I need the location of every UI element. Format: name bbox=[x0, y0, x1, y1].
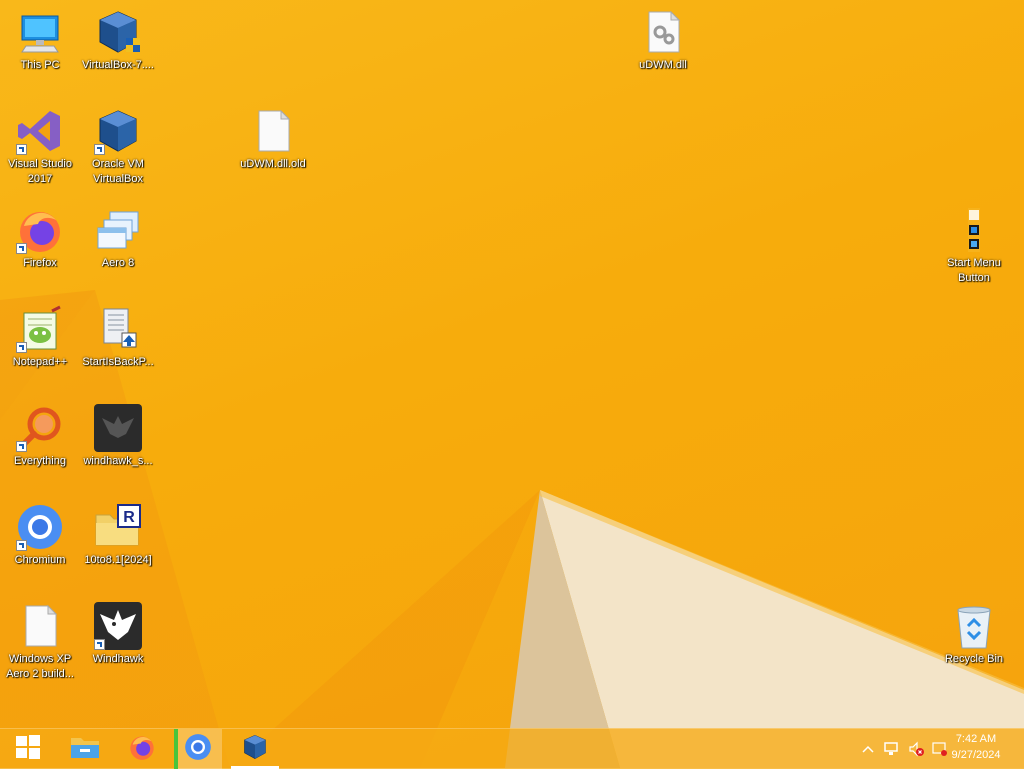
shortcut-arrow-icon bbox=[16, 441, 27, 452]
taskbar-virtualbox[interactable] bbox=[231, 729, 279, 769]
active-indicator bbox=[174, 729, 178, 769]
windhawk-setup-item[interactable]: windhawk_s... bbox=[78, 400, 158, 469]
folder-icon bbox=[70, 734, 100, 765]
start-button[interactable] bbox=[4, 729, 52, 769]
icon-label: Everything bbox=[14, 455, 66, 467]
chevron-up-icon[interactable] bbox=[859, 740, 877, 758]
start-menu-button-item[interactable]: Start Menu Button bbox=[934, 202, 1014, 286]
virtualbox-icon bbox=[94, 107, 142, 155]
tray-clock[interactable]: 7:42 AM 9/27/2024 bbox=[944, 731, 1008, 767]
winxp-aero-item[interactable]: Windows XP Aero 2 build... bbox=[0, 598, 80, 682]
volume-muted-icon[interactable] bbox=[907, 740, 925, 758]
virtualbox-icon bbox=[241, 733, 269, 766]
shortcut-arrow-icon bbox=[16, 342, 27, 353]
recycle-bin-item[interactable]: Recycle Bin bbox=[934, 598, 1014, 667]
icon-label: This PC bbox=[20, 59, 60, 71]
shortcut-arrow-icon bbox=[16, 243, 27, 254]
icon-label: Start Menu Button bbox=[947, 257, 1001, 284]
icon-label: VirtualBox-7.... bbox=[82, 59, 154, 71]
icon-label: 10to8.1[2024] bbox=[84, 554, 152, 566]
icon-label: Windows XP Aero 2 build... bbox=[6, 653, 74, 680]
startisback-item[interactable]: StartIsBackP... bbox=[78, 301, 158, 370]
icon-label: Oracle VM VirtualBox bbox=[92, 158, 144, 185]
system-tray bbox=[856, 729, 952, 769]
virtualbox-installer-item[interactable]: VirtualBox-7.... bbox=[78, 4, 158, 73]
recycle-bin-icon bbox=[950, 602, 998, 650]
blank-file-icon bbox=[16, 602, 64, 650]
oracle-vm-virtualbox-item[interactable]: Oracle VM VirtualBox bbox=[78, 103, 158, 187]
icon-label: StartIsBackP... bbox=[82, 356, 154, 368]
windhawk-icon bbox=[94, 602, 142, 650]
icon-label: Windhawk bbox=[92, 653, 144, 665]
visual-studio-icon bbox=[16, 107, 64, 155]
icon-label: Aero 8 bbox=[101, 257, 135, 269]
icon-label: uDWM.dll.old bbox=[240, 158, 306, 170]
chromium-icon bbox=[184, 733, 212, 766]
shortcut-arrow-icon bbox=[94, 144, 105, 155]
everything-search-icon bbox=[16, 404, 64, 452]
this-pc-icon-item[interactable]: This PC bbox=[0, 4, 80, 73]
shortcut-arrow-icon bbox=[16, 540, 27, 551]
computer-icon bbox=[16, 8, 64, 56]
shortcut-arrow-icon bbox=[16, 144, 27, 155]
icon-label: Chromium bbox=[14, 554, 66, 566]
notepadpp-icon bbox=[16, 305, 64, 353]
taskbar-chromium[interactable] bbox=[174, 729, 222, 769]
firefox-icon bbox=[16, 206, 64, 254]
clock-date: 9/27/2024 bbox=[951, 749, 1001, 761]
taskbar-firefox[interactable] bbox=[118, 729, 166, 769]
clock-time: 7:42 AM bbox=[955, 733, 997, 745]
icon-label: Notepad++ bbox=[12, 356, 68, 368]
dll-file-icon bbox=[639, 8, 687, 56]
firefox-icon bbox=[128, 733, 156, 766]
start-button-strip-icon bbox=[950, 206, 998, 254]
taskbar: 7:42 AM 9/27/2024 bbox=[0, 728, 1024, 769]
visual-studio-item[interactable]: Visual Studio 2017 bbox=[0, 103, 80, 187]
chromium-item[interactable]: Chromium bbox=[0, 499, 80, 568]
everything-item[interactable]: Everything bbox=[0, 400, 80, 469]
windows-logo-icon bbox=[15, 734, 41, 765]
network-icon[interactable] bbox=[883, 740, 901, 758]
icon-label: Recycle Bin bbox=[944, 653, 1004, 665]
shortcut-arrow-icon bbox=[94, 639, 105, 650]
icon-label: uDWM.dll bbox=[639, 59, 687, 71]
windhawk-setup-icon bbox=[94, 404, 142, 452]
udwm-dll-item[interactable]: uDWM.dll bbox=[623, 4, 703, 73]
svg-text:R: R bbox=[123, 509, 135, 526]
icon-label: Firefox bbox=[23, 257, 57, 269]
chromium-icon bbox=[16, 503, 64, 551]
udwm-dll-old-item[interactable]: uDWM.dll.old bbox=[233, 103, 313, 172]
windhawk-item[interactable]: Windhawk bbox=[78, 598, 158, 667]
windows-stack-icon bbox=[94, 206, 142, 254]
folder-archive-icon: R bbox=[94, 503, 142, 551]
notepadpp-item[interactable]: Notepad++ bbox=[0, 301, 80, 370]
10to81-item[interactable]: R 10to8.1[2024] bbox=[78, 499, 158, 568]
virtualbox-setup-icon bbox=[94, 8, 142, 56]
taskbar-file-explorer[interactable] bbox=[61, 729, 109, 769]
firefox-item[interactable]: Firefox bbox=[0, 202, 80, 271]
installer-icon bbox=[94, 305, 142, 353]
icon-label: Visual Studio 2017 bbox=[7, 158, 72, 185]
blank-file-icon bbox=[249, 107, 297, 155]
aero8-item[interactable]: Aero 8 bbox=[78, 202, 158, 271]
icon-label: windhawk_s... bbox=[83, 455, 153, 467]
